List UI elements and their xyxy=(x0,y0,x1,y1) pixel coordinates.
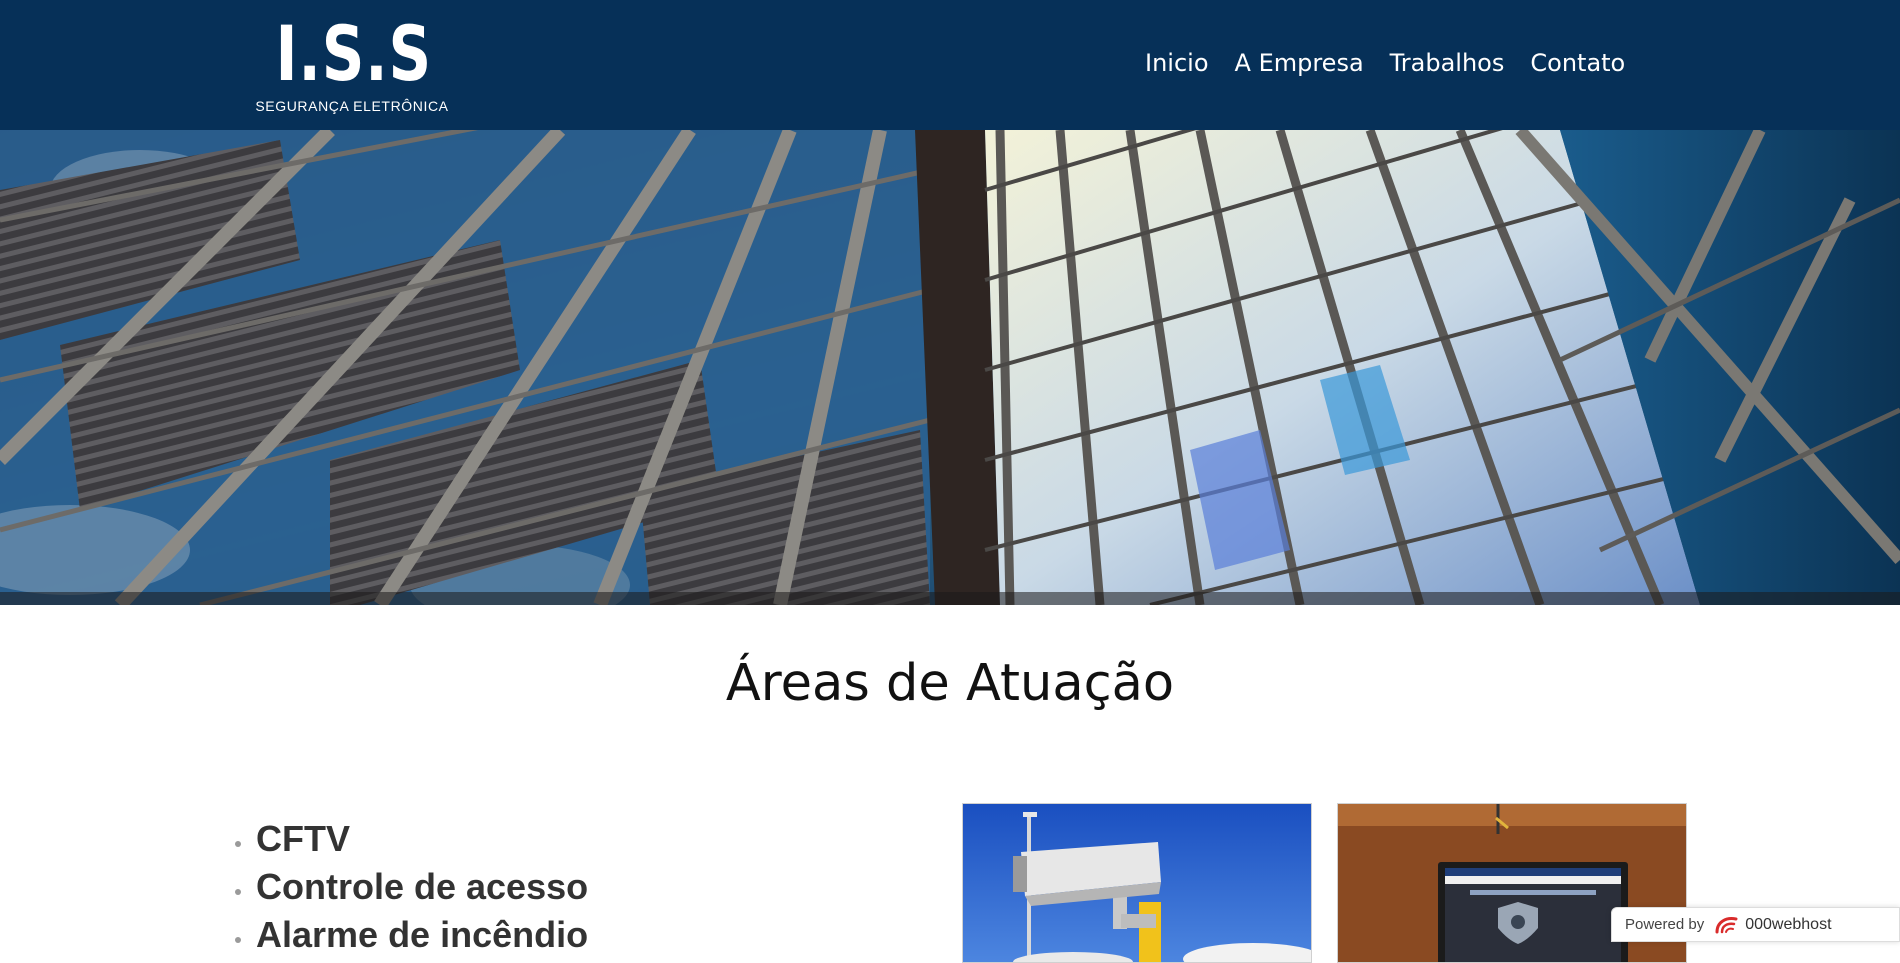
hero-banner xyxy=(0,130,1900,605)
hero-building-image xyxy=(0,130,1900,605)
list-item: CFTV xyxy=(232,815,588,863)
powered-by-label: Powered by xyxy=(1625,916,1705,933)
powered-by-badge[interactable]: Powered by 000webhost xyxy=(1611,907,1900,942)
webhost-swirl-icon xyxy=(1714,914,1740,936)
nav-link-contato[interactable]: Contato xyxy=(1530,48,1625,78)
site-header: I.S.S SEGURANÇA ELETRÔNICA Inicio A Empr… xyxy=(0,0,1900,130)
nav-link-inicio[interactable]: Inicio xyxy=(1145,48,1209,78)
logo-subtitle: SEGURANÇA ELETRÔNICA xyxy=(255,98,449,114)
bullet-icon xyxy=(235,937,241,943)
service-label: Controle de acesso xyxy=(256,866,589,907)
list-item: Controle de acesso xyxy=(232,863,588,911)
bullet-icon xyxy=(235,841,241,847)
nav-link-a-empresa[interactable]: A Empresa xyxy=(1235,48,1364,78)
nav-link-trabalhos[interactable]: Trabalhos xyxy=(1390,48,1505,78)
section-title: Áreas de Atuação xyxy=(725,654,1175,713)
services-list: CFTV Controle de acesso Alarme de incênd… xyxy=(232,815,588,959)
service-label: CFTV xyxy=(256,818,350,859)
bullet-icon xyxy=(235,889,241,895)
site-logo[interactable]: I.S.S SEGURANÇA ELETRÔNICA xyxy=(254,9,450,115)
security-camera-photo xyxy=(962,803,1312,963)
logo-mark: I.S.S xyxy=(275,9,432,98)
service-label: Alarme de incêndio xyxy=(256,914,589,955)
main-nav: Inicio A Empresa Trabalhos Contato xyxy=(1145,48,1625,78)
powered-by-brand: 000webhost xyxy=(1745,915,1832,933)
list-item: Alarme de incêndio xyxy=(232,911,588,959)
